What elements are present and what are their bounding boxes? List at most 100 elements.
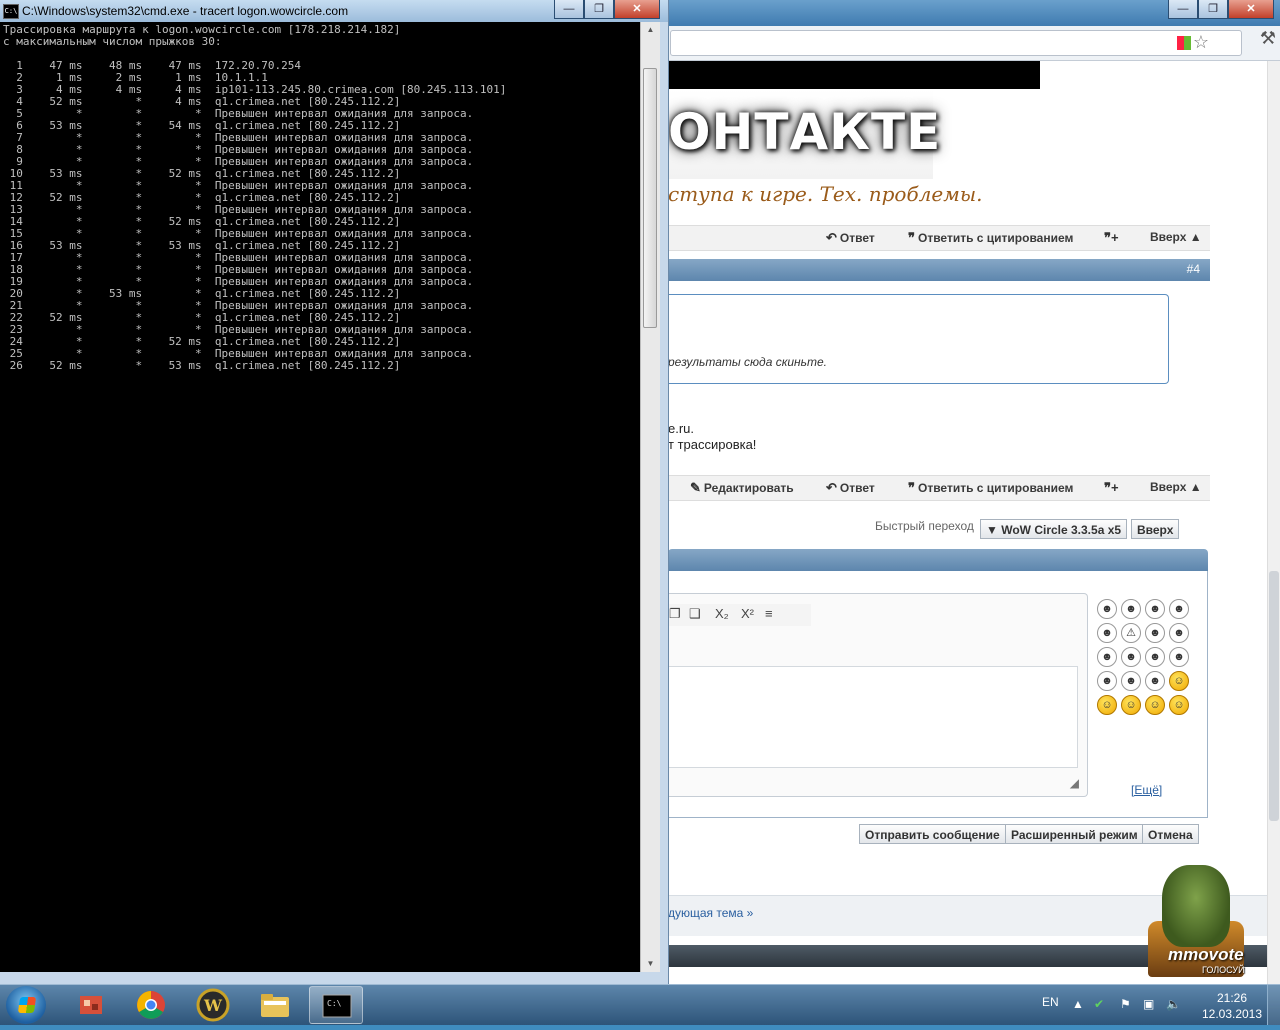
cmd-minimize-button[interactable]: — xyxy=(554,0,584,19)
svg-text:C:\: C:\ xyxy=(327,999,342,1008)
close-button[interactable]: ✕ xyxy=(1228,0,1274,19)
minimize-button[interactable]: — xyxy=(1168,0,1198,19)
quote-reply-button[interactable]: ❞ Ответить с цитированием xyxy=(908,230,1073,246)
start-button[interactable] xyxy=(6,986,46,1024)
smiley-icon[interactable]: ☻ xyxy=(1121,671,1141,691)
smiley-icon[interactable]: ☻ xyxy=(1097,671,1117,691)
cmd-window[interactable]: C:\ C:\Windows\system32\cmd.exe - tracer… xyxy=(0,0,669,984)
smiley-icon[interactable]: ☺ xyxy=(1145,695,1165,715)
go-top-label-2: Вверх xyxy=(1150,480,1187,494)
taskbar-cmd[interactable]: C:\ xyxy=(309,986,363,1024)
browser-scrollbar-thumb[interactable] xyxy=(1269,571,1279,821)
reply-button[interactable]: ↶ Ответ xyxy=(826,230,875,246)
smiley-icon[interactable]: ☻ xyxy=(1097,599,1117,619)
language-indicator[interactable]: EN xyxy=(1042,995,1059,1009)
taskbar-app-unknown[interactable] xyxy=(64,986,118,1024)
send-message-button[interactable]: Отправить сообщение xyxy=(859,824,1006,844)
update-tray-icon[interactable]: ✔ xyxy=(1094,997,1104,1011)
resize-grip-icon[interactable]: ◢ xyxy=(1070,776,1079,790)
chrome-icon xyxy=(137,991,165,1019)
more-smilies-link[interactable]: [Ещё] xyxy=(1131,783,1162,797)
smiley-icon[interactable]: ☻ xyxy=(1145,671,1165,691)
maximize-button[interactable]: ❐ xyxy=(1198,0,1228,19)
scroll-down-icon[interactable]: ▼ xyxy=(641,956,660,972)
post-text-line-2: т трассировка! xyxy=(668,437,757,452)
quote-icon: ❞ xyxy=(908,230,915,245)
mmovote-banner[interactable]: mmovote ГОЛОСУЙ xyxy=(1142,861,1250,984)
multiquote-button-2[interactable]: ❞+ xyxy=(1104,480,1122,496)
smiley-icon[interactable]: ☺ xyxy=(1097,695,1117,715)
bookmark-star-icon[interactable]: ☆ xyxy=(1193,32,1209,53)
cmd-scrollbar[interactable]: ▲ ▼ xyxy=(640,22,660,972)
wow-icon: W xyxy=(196,988,230,1022)
post-number[interactable]: #4 xyxy=(1187,262,1200,276)
cancel-label: Отмена xyxy=(1148,828,1193,842)
forum-page: ОНТАКТЕ ступа к игре. Тех. проблемы. ↶ От… xyxy=(640,61,1268,984)
multiquote-button[interactable]: ❞+ xyxy=(1104,230,1122,246)
quick-nav-top-button[interactable]: Вверх xyxy=(1131,519,1180,539)
smiley-icon[interactable]: ☻ xyxy=(1145,623,1165,643)
quote-text: результаты сюда скиньте. xyxy=(668,355,827,369)
cmd-maximize-button[interactable]: ❐ xyxy=(584,0,614,19)
paste-icon[interactable]: ❑ xyxy=(689,606,701,622)
smiley-icon[interactable]: ☺ xyxy=(1121,695,1141,715)
cmd-console[interactable]: Трассировка маршрута к logon.wowcircle.c… xyxy=(0,22,640,972)
smiley-icon[interactable]: ☻ xyxy=(1121,647,1141,667)
browser-window[interactable]: — ❐ ✕ ☆ ⚒ ОНТАКТЕ ступа к игре. Тех. про… xyxy=(640,0,1280,984)
next-topic-link[interactable]: дующая тема » xyxy=(668,906,753,920)
subscript-icon[interactable]: X₂ xyxy=(715,606,729,621)
volume-icon[interactable]: 🔈 xyxy=(1166,997,1181,1011)
browser-scrollbar[interactable] xyxy=(1267,61,1280,984)
smiley-icon[interactable]: ☻ xyxy=(1145,599,1165,619)
taskbar-wow[interactable]: W xyxy=(186,986,240,1024)
browser-titlebar[interactable]: — ❐ ✕ xyxy=(640,0,1280,26)
show-desktop-button[interactable] xyxy=(1267,985,1280,1025)
show-hidden-icons-icon[interactable]: ▲ xyxy=(1072,997,1084,1011)
smiley-icon[interactable]: ☻ xyxy=(1097,647,1117,667)
smiley-icon[interactable]: ☻ xyxy=(1121,599,1141,619)
smiley-icon[interactable]: ☺ xyxy=(1169,671,1189,691)
quick-nav-label: Быстрый переход xyxy=(875,519,974,533)
cmd-close-button[interactable]: ✕ xyxy=(614,0,660,19)
smiley-icon[interactable]: ⚠ xyxy=(1121,623,1141,643)
superscript-icon[interactable]: X² xyxy=(741,606,754,621)
post-action-bar: ↶ Ответ ❞ Ответить с цитированием ❞+ Вверх… xyxy=(668,225,1210,251)
pencil-icon: ✎ xyxy=(690,480,701,495)
advanced-mode-button[interactable]: Расширенный режим xyxy=(1005,824,1144,844)
orc-head-image xyxy=(1162,865,1230,947)
quick-reply-header xyxy=(668,549,1208,571)
smiley-icon[interactable]: ☻ xyxy=(1097,623,1117,643)
go-top-button[interactable]: Вверх ▲ xyxy=(1150,230,1202,244)
smiley-icon[interactable]: ☻ xyxy=(1145,647,1165,667)
cancel-button[interactable]: Отмена xyxy=(1142,824,1199,844)
multiquote-icon: ❞+ xyxy=(1104,230,1119,245)
copy-icon[interactable]: ❐ xyxy=(669,606,681,622)
smiley-icon[interactable]: ☻ xyxy=(1169,647,1189,667)
wrench-icon[interactable]: ⚒ xyxy=(1260,28,1276,49)
reply-button-2[interactable]: ↶ Ответ xyxy=(826,480,875,496)
message-textarea[interactable] xyxy=(669,666,1078,768)
cmd-titlebar[interactable]: C:\ C:\Windows\system32\cmd.exe - tracer… xyxy=(0,0,668,22)
scroll-up-icon[interactable]: ▲ xyxy=(641,22,660,38)
smiley-icon[interactable]: ☺ xyxy=(1169,695,1189,715)
cmd-scrollbar-thumb[interactable] xyxy=(643,68,657,328)
mmovote-logo-text: mmovote xyxy=(1168,945,1244,964)
align-icon[interactable]: ≡ xyxy=(765,606,773,621)
go-top-label: Вверх xyxy=(1150,230,1187,244)
send-message-label: Отправить сообщение xyxy=(865,828,1000,842)
page-action-icon[interactable] xyxy=(1177,36,1191,50)
quote-reply-button-2[interactable]: ❞ Ответить с цитированием xyxy=(908,480,1073,496)
smiley-icon[interactable]: ☻ xyxy=(1169,599,1189,619)
post-text-line-1: e.ru. xyxy=(668,421,695,436)
quick-nav-select[interactable]: ▼ WoW Circle 3.3.5a x5 xyxy=(980,519,1128,539)
taskbar-chrome[interactable] xyxy=(124,986,178,1024)
go-top-button-2[interactable]: Вверх ▲ xyxy=(1150,480,1202,494)
multiquote-icon: ❞+ xyxy=(1104,480,1119,495)
address-bar[interactable]: ☆ xyxy=(670,30,1242,56)
network-icon[interactable]: ▣ xyxy=(1143,997,1154,1011)
flag-icon[interactable]: ⚑ xyxy=(1120,997,1131,1011)
smiley-icon[interactable]: ☻ xyxy=(1169,623,1189,643)
edit-button[interactable]: ✎ Редактировать xyxy=(690,480,794,496)
taskbar-explorer[interactable] xyxy=(248,986,302,1024)
clock[interactable]: 21:26 12.03.2013 xyxy=(1196,990,1268,1022)
